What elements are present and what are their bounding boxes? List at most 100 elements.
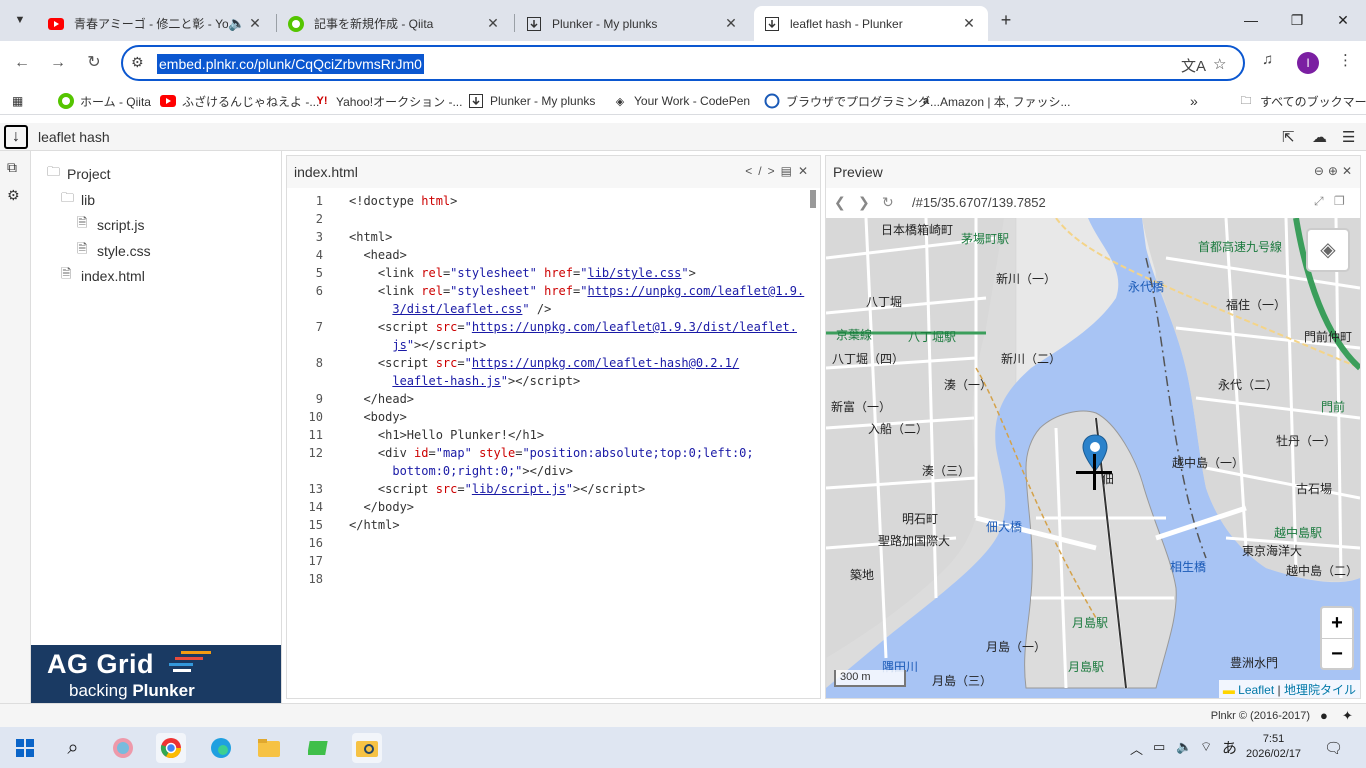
bookmark-yahoo[interactable]: Y! Yahoo!オークション -... [314,92,463,110]
code-line: </html> [349,518,400,532]
preview-reload-icon[interactable]: ↻ [882,194,894,211]
github-icon[interactable]: ● [1320,708,1328,723]
close-icon[interactable]: ✕ [722,15,740,32]
tab-plunker-my-plunks[interactable]: Plunker - My plunks ✕ [516,6,750,41]
code-icon[interactable]: </> [745,164,780,178]
new-tab-button[interactable]: + [996,10,1016,30]
plunker-logo-icon[interactable]: ↓ [4,125,28,149]
tab-leaflet-hash[interactable]: leaflet hash - Plunker ✕ [754,6,988,41]
ime-indicator[interactable]: あ [1222,737,1237,758]
fullscreen-icon[interactable]: ⤢ [1314,194,1324,209]
close-icon[interactable]: ✕ [1342,164,1356,178]
folder-icon: 🗀 [1240,94,1252,107]
tray-chevron-icon[interactable]: ︿ [1130,739,1143,758]
leaflet-link[interactable]: Leaflet [1238,683,1274,697]
map-label: 佃大橋 [986,520,1023,534]
media-control-icon[interactable]: ♫ [1262,51,1273,68]
preview-back-icon[interactable]: ❮ [834,194,846,211]
close-icon[interactable]: ✕ [798,164,814,178]
apps-icon[interactable]: ▦ [12,92,23,110]
map-label: 日本橋箱崎町 [881,223,954,237]
taskbar-clock[interactable]: 7:51 2026/02/17 [1246,732,1301,762]
preview-url[interactable]: /#15/35.6707/139.7852 [912,195,1046,210]
bookmark-youtube[interactable]: ふざけるんじゃねえよ -... [160,92,319,110]
files-icon[interactable]: ⧉ [7,159,17,176]
layers-control-icon[interactable]: ◈ [1306,228,1350,272]
tree-folder-project[interactable]: 🗀 Project [47,163,111,185]
preview-forward-icon[interactable]: ❯ [858,194,870,211]
forward-button[interactable]: → [46,51,70,75]
gear-icon[interactable]: ⚙ [7,187,20,204]
bookmark-codepen[interactable]: ◈ Your Work - CodePen [612,92,750,110]
back-button[interactable]: ← [10,51,34,75]
tree-file-style[interactable]: 🗎 style.css [77,240,151,262]
editor-scrollbar[interactable] [810,190,816,208]
tree-folder-lib[interactable]: 🗀 lib [61,189,95,211]
open-external-icon[interactable]: ⇱ [1282,128,1295,146]
tab-search-button[interactable]: ▼ [8,8,32,32]
chrome-icon[interactable] [156,733,186,763]
leaflet-map[interactable]: 日本橋箱崎町 茅場町駅 首都高速九号線 新川（一） 永代橋 八丁堀 福住（一） 京葉線 八丁堀駅… [826,218,1360,698]
bookmark-qiita-home[interactable]: ホーム - Qiita [58,92,151,110]
avatar[interactable]: I [1297,52,1319,74]
zoom-in-button[interactable]: + [1322,608,1352,638]
battery-icon[interactable]: ▭ [1153,739,1165,755]
plus-icon: + [1000,10,1012,30]
tree-file-index[interactable]: 🗎 index.html [61,265,145,287]
code-line: <body> [349,410,407,424]
tab-qiita[interactable]: 記事を新規作成 - Qiita ✕ [278,6,512,41]
all-bookmarks[interactable]: 🗀 すべてのブックマーク [1238,92,1366,110]
zoom-out-icon[interactable]: ⊖ [1314,164,1328,178]
more-menu-icon[interactable]: ⋮ [1338,51,1353,69]
close-icon[interactable]: ✕ [960,15,978,32]
bookmark-amazon[interactable]: a Amazon | 本, ファッシ... [918,92,1071,110]
edge-icon[interactable] [206,733,236,763]
gsi-tiles-link[interactable]: 地理院タイル [1284,683,1356,697]
zoom-in-icon[interactable]: ⊕ [1328,164,1342,178]
volume-icon[interactable]: 🔈 [1176,739,1192,755]
search-icon[interactable]: ⌕ [58,733,88,763]
more-bookmarks-icon[interactable]: » [1190,92,1198,110]
notification-icon[interactable]: 🗨 [1324,739,1343,757]
address-text[interactable]: embed.plnkr.co/plunk/CqQciZrbvmsRrJm0 [157,54,424,74]
bookmark-plunker[interactable]: Plunker - My plunks [468,92,595,110]
menu-icon[interactable]: ☰ [1342,128,1355,146]
wifi-icon[interactable]: ⌔ [1200,739,1212,755]
windows-start-icon[interactable] [10,733,40,763]
zoom-out-button[interactable]: − [1322,639,1352,669]
close-icon[interactable]: ✕ [484,15,502,32]
file-explorer-icon[interactable] [254,733,284,763]
tab-youtube[interactable]: 青春アミーゴ - 修二と彰 - YouTube 🔈 ✕ [38,6,274,41]
twitter-icon[interactable]: ✦ [1342,708,1353,724]
close-icon[interactable]: ✕ [246,15,264,32]
close-window-button[interactable]: ✕ [1320,8,1366,32]
app-green-icon[interactable] [304,733,334,763]
new-window-icon[interactable]: ❐ [1334,194,1345,208]
code-line: <div id="map" style="position:absolute;t… [349,446,754,460]
app-folder-search-icon[interactable] [352,733,382,763]
tree-file-script[interactable]: 🗎 script.js [77,214,144,236]
star-icon[interactable]: ☆ [1213,55,1226,73]
translate-icon[interactable]: 文A [1181,55,1206,76]
download-icon[interactable]: ☁ [1312,128,1327,146]
bookmark-paiza[interactable]: ブラウザでプログラミング... [764,92,940,110]
book-icon[interactable]: ▤ [781,164,798,178]
map-label: 八丁堀（四） [832,352,905,366]
minimize-button[interactable]: — [1228,8,1274,32]
ag-grid-ad[interactable]: AG Grid backing Plunker [31,645,281,703]
code-text[interactable]: 1 <!doctype html> 2 3 <html> 4 <head> 5 <link … [287,190,820,698]
reload-button[interactable]: ↻ [82,51,106,75]
site-info-icon[interactable]: ⚙ [131,54,144,71]
map-label: 永代橋 [1128,280,1165,294]
tree-label: index.html [81,268,145,284]
restore-button[interactable]: ❐ [1274,8,1320,32]
arrow-right-icon: → [50,54,66,71]
amazon-icon: a [922,95,930,107]
line-number: 18 [308,572,323,586]
speaker-icon[interactable]: 🔈 [228,15,246,32]
copilot-icon[interactable] [108,733,138,763]
paiza-icon [764,93,780,109]
ag-grid-logo-icon [173,669,191,672]
address-bar[interactable]: ⚙ embed.plnkr.co/plunk/CqQciZrbvmsRrJm0 … [121,45,1245,81]
ag-grid-logo-icon [169,663,193,666]
